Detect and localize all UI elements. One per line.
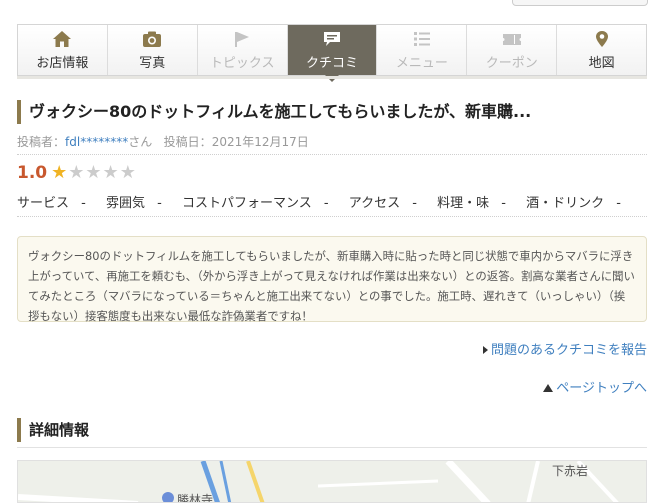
tab-shop-info[interactable]: お店情報 <box>18 25 108 75</box>
tab-coupon[interactable]: クーポン <box>467 25 558 75</box>
category-item: 雰囲気 - <box>106 196 162 211</box>
tab-map[interactable]: 地図 <box>557 25 646 75</box>
rating-score: 1.0 <box>17 163 48 183</box>
star-icon: ★ <box>102 162 119 183</box>
star-icon: ★ <box>119 162 136 183</box>
tab-label: お店情報 <box>36 55 89 71</box>
star-icon: ★ <box>85 162 102 183</box>
tab-label: 地図 <box>588 55 615 71</box>
home-icon <box>53 30 72 47</box>
page-top-link[interactable]: ページトップへ <box>543 377 647 396</box>
camera-icon <box>143 31 162 47</box>
divider <box>17 154 647 155</box>
details-section-title: 詳細情報 <box>17 418 647 442</box>
shop-tab-bar: お店情報 写真 トピックス クチコミ メニュー クーポン 地図 <box>17 24 647 82</box>
category-item: アクセス - <box>348 196 417 211</box>
speech-bubble-icon <box>324 31 340 46</box>
tab-reviews[interactable]: クチコミ <box>287 25 378 82</box>
map-pin-icon <box>595 30 608 47</box>
rating-row: 1.0 ★ ★ ★ ★ ★ <box>17 163 137 183</box>
map-label: 勝林寺 <box>177 493 214 503</box>
star-icon: ★ <box>51 162 68 183</box>
tab-photos[interactable]: 写真 <box>108 25 198 75</box>
review-body: ヴォクシー80のドットフィルムを施工してもらいましたが、新車購入時に貼った時と同… <box>17 236 647 323</box>
poster-prefix: 投稿者： <box>17 135 66 149</box>
tab-label: 写真 <box>139 55 166 71</box>
tab-label: クーポン <box>485 55 538 71</box>
date-prefix: 投稿日： <box>163 135 212 149</box>
triangle-right-icon <box>482 346 488 354</box>
review-meta: 投稿者：fdl********さん 投稿日：2021年12月17日 <box>17 133 309 150</box>
tab-topics[interactable]: トピックス <box>198 25 288 75</box>
category-item: 酒・ドリンク - <box>526 196 621 211</box>
tab-label: トピックス <box>209 55 275 71</box>
poster-suffix: さん <box>128 135 153 149</box>
tab-label: メニュー <box>395 55 448 71</box>
map-label: 下赤岩 <box>552 464 589 478</box>
list-icon <box>413 31 430 46</box>
review-title: ヴォクシー80のドットフィルムを施工してもらいましたが、新車購... <box>17 100 647 124</box>
flag-icon <box>235 31 250 47</box>
category-item: サービス - <box>17 196 86 211</box>
report-review-link[interactable]: 問題のあるクチコミを報告 <box>482 339 647 358</box>
tab-label: クチコミ <box>306 55 359 71</box>
category-ratings: サービス - 雰囲気 - コストパフォーマンス - アクセス - 料理・味 - … <box>17 192 637 211</box>
section-divider <box>17 447 647 448</box>
category-item: コストパフォーマンス - <box>182 196 329 211</box>
tab-menu[interactable]: メニュー <box>377 25 468 75</box>
category-item: 料理・味 - <box>437 196 506 211</box>
coupon-icon <box>502 33 521 45</box>
star-icon: ★ <box>68 162 85 183</box>
post-date: 2021年12月17日 <box>211 135 309 149</box>
tab-bar-shadow <box>17 76 647 79</box>
map-view[interactable]: 下赤岩 勝林寺 <box>17 460 647 503</box>
poster-name-link[interactable]: fdl******** <box>65 135 128 149</box>
triangle-up-icon <box>543 384 554 392</box>
top-button-fragment[interactable] <box>512 0 648 6</box>
divider <box>17 216 647 217</box>
